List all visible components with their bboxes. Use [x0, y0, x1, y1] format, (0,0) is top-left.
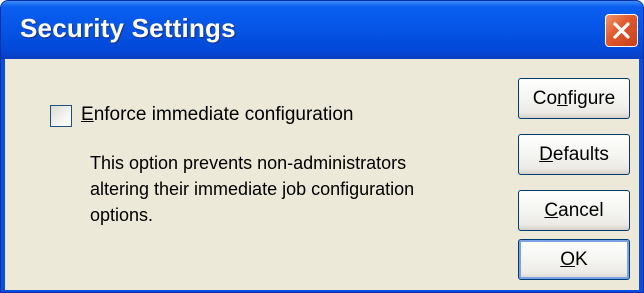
option-description: This option prevents non-administrators …: [90, 150, 490, 228]
security-settings-dialog: Security Settings Enforce immediate conf…: [0, 0, 644, 293]
title-bar[interactable]: Security Settings: [1, 1, 643, 59]
description-line: This option prevents non-administrators: [90, 153, 407, 173]
configure-label-post: figure: [567, 88, 616, 109]
cancel-button[interactable]: Cancel: [518, 190, 630, 231]
dialog-body: Enforce immediate configuration This opt…: [5, 59, 639, 290]
configure-button[interactable]: Configure: [518, 78, 630, 119]
ok-label-accelerator: O: [560, 249, 576, 270]
cancel-label-post: ancel: [558, 200, 604, 221]
defaults-label-post: efaults: [552, 144, 609, 165]
ok-button[interactable]: OK: [518, 239, 630, 280]
close-icon: [613, 22, 630, 39]
enforce-label-text: nforce immediate configuration: [93, 104, 354, 125]
description-line: altering their immediate job configurati…: [90, 179, 415, 199]
ok-label-post: K: [575, 249, 588, 270]
description-line: options.: [90, 205, 154, 225]
enforce-immediate-configuration-checkbox[interactable]: [50, 105, 72, 127]
close-button[interactable]: [605, 14, 638, 47]
defaults-button[interactable]: Defaults: [518, 134, 630, 175]
window-title: Security Settings: [20, 13, 236, 43]
cancel-label-accelerator: C: [544, 200, 559, 221]
enforce-immediate-configuration-label[interactable]: Enforce immediate configuration: [81, 104, 354, 126]
configure-label-pre: Co: [532, 88, 558, 109]
defaults-label-accelerator: D: [539, 144, 553, 165]
configure-label-accelerator: n: [557, 88, 568, 109]
enforce-label-accelerator: E: [81, 104, 94, 125]
